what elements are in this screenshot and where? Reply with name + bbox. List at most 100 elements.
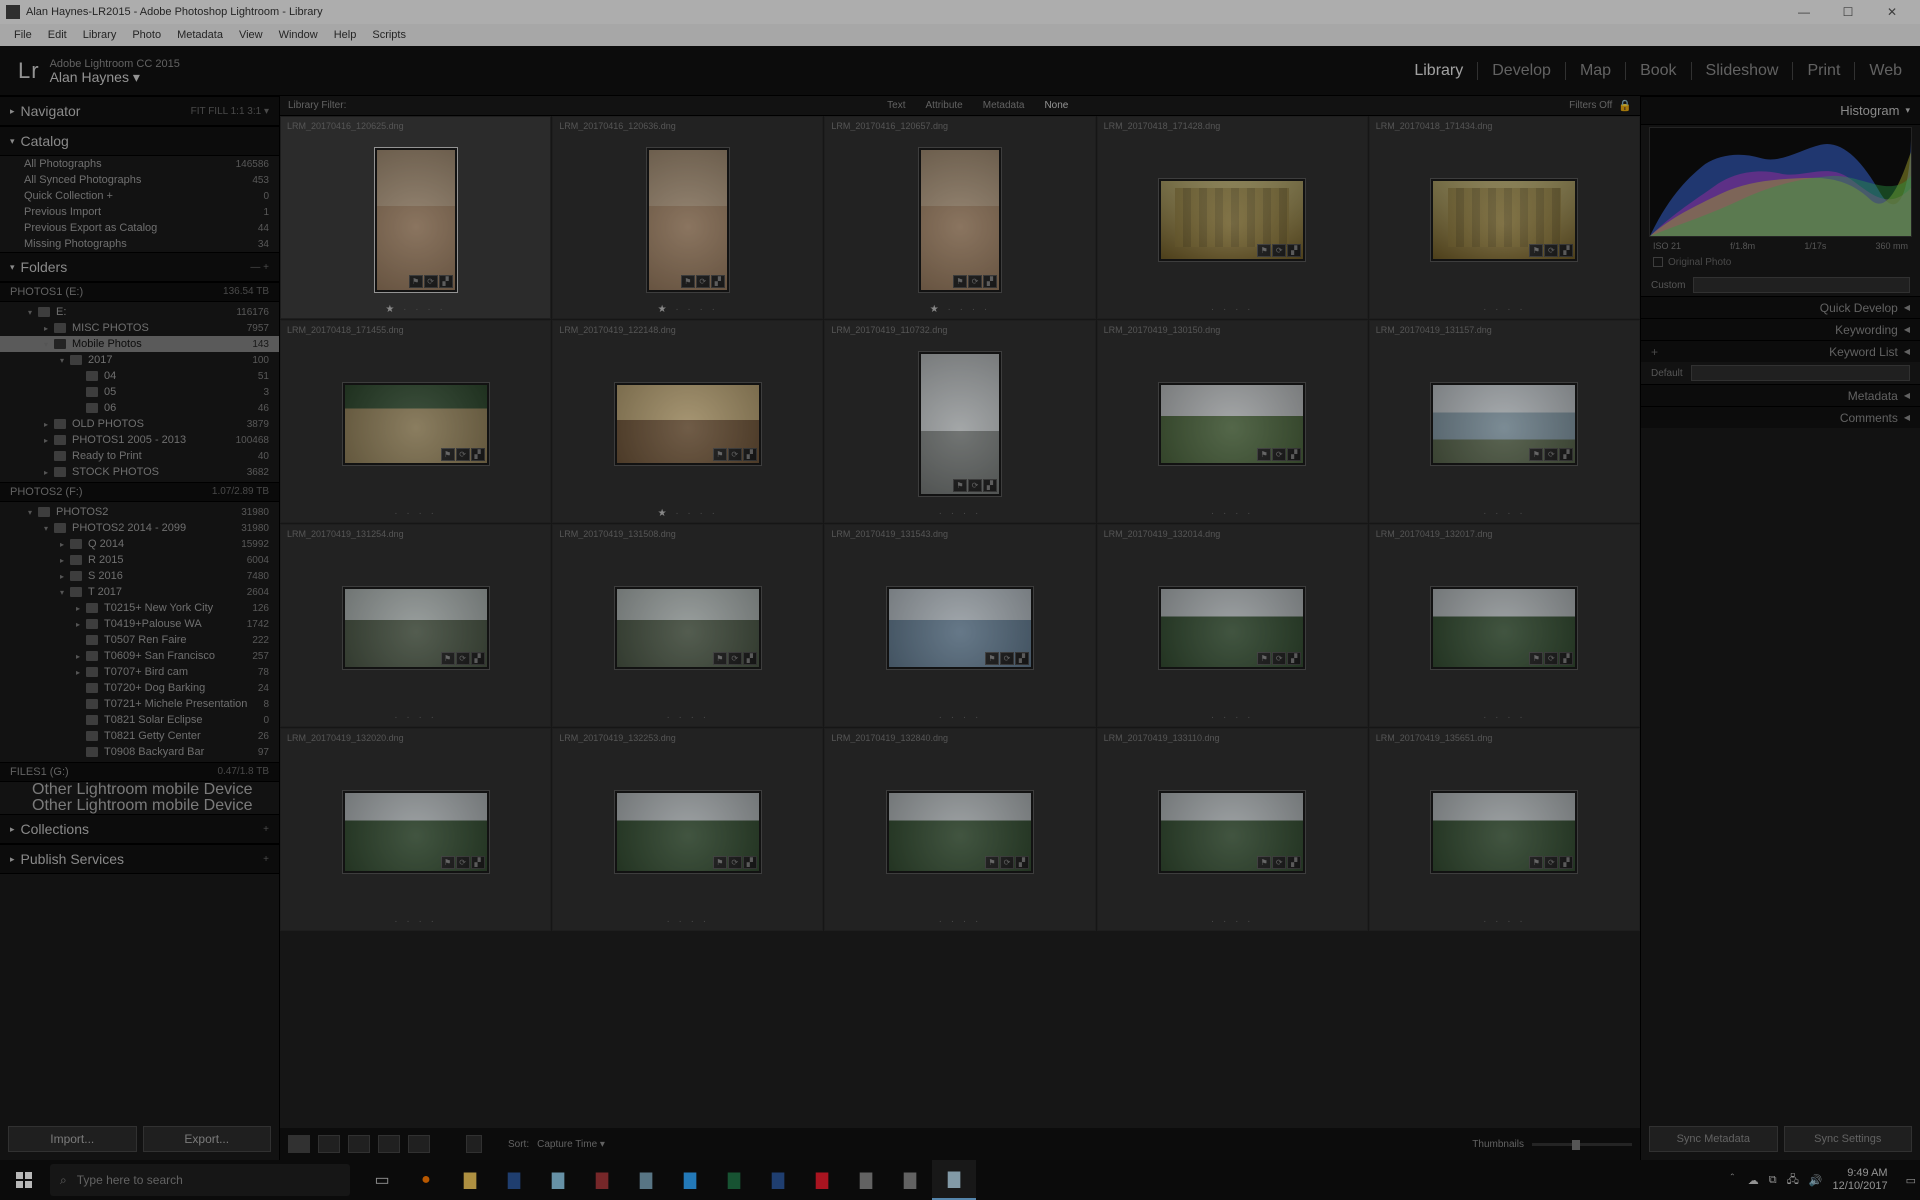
thumbnail-cell[interactable]: LRM_20170419_132014.dng⚑⟳▞ · · · ·: [1097, 524, 1368, 727]
sort-value[interactable]: Capture Time ▾: [537, 1139, 605, 1150]
volume-header[interactable]: PHOTOS2 (F:) 1.07/2.89 TB: [0, 482, 279, 502]
badge-icon[interactable]: ▞: [743, 448, 757, 461]
module-develop[interactable]: Develop: [1478, 62, 1566, 80]
thumbnail-cell[interactable]: LRM_20170419_131543.dng⚑⟳▞ · · · ·: [824, 524, 1095, 727]
original-photo-checkbox[interactable]: Original Photo: [1641, 255, 1920, 274]
folder-row[interactable]: ▾T 20172604: [0, 584, 279, 600]
snagit-icon[interactable]: ▇: [844, 1160, 888, 1200]
folder-row[interactable]: ▸MISC PHOTOS7957: [0, 320, 279, 336]
module-print[interactable]: Print: [1793, 62, 1855, 80]
flag-badge-icon[interactable]: ⚑: [1529, 244, 1543, 257]
twisty-icon[interactable]: ▸: [76, 652, 86, 661]
twisty-icon[interactable]: ▾: [28, 508, 38, 517]
lock-icon[interactable]: 🔒: [1618, 99, 1632, 112]
twisty-icon[interactable]: ▸: [60, 556, 70, 565]
folder-row[interactable]: T0821 Getty Center26: [0, 728, 279, 744]
folder-row[interactable]: 0451: [0, 368, 279, 384]
flag-badge-icon[interactable]: ⚑: [681, 275, 695, 288]
badge-icon[interactable]: ▞: [439, 275, 453, 288]
settings-icon[interactable]: ▇: [888, 1160, 932, 1200]
badge-icon[interactable]: ▞: [1559, 856, 1573, 869]
flag-badge-icon[interactable]: ⚑: [1529, 856, 1543, 869]
thumbnail-image[interactable]: ⚑⟳▞: [1159, 791, 1305, 873]
sync-badge-icon[interactable]: ⟳: [1544, 856, 1558, 869]
badge-icon[interactable]: ▞: [983, 275, 997, 288]
thumbnail-image[interactable]: ⚑⟳▞: [1159, 587, 1305, 669]
thumbnail-cell[interactable]: LRM_20170419_110732.dng⚑⟳▞ · · · ·: [824, 320, 1095, 523]
people-view-icon[interactable]: [408, 1135, 430, 1153]
checkbox-icon[interactable]: [1653, 257, 1663, 267]
twisty-icon[interactable]: ▾: [60, 356, 70, 365]
thumbnail-cell[interactable]: LRM_20170419_132253.dng⚑⟳▞ · · · ·: [552, 728, 823, 931]
export-button[interactable]: Export...: [143, 1126, 272, 1152]
sync-badge-icon[interactable]: ⟳: [1544, 244, 1558, 257]
thumbnail-image[interactable]: ⚑⟳▞: [343, 791, 489, 873]
rating-stars[interactable]: · · · ·: [1098, 304, 1367, 315]
badge-icon[interactable]: ▞: [471, 856, 485, 869]
folder-row[interactable]: ▸R 20156004: [0, 552, 279, 568]
onedrive-icon[interactable]: ☁: [1748, 1174, 1759, 1187]
thumbnail-image[interactable]: ⚑⟳▞: [1431, 791, 1577, 873]
dropbox-icon[interactable]: ⧉: [1769, 1174, 1777, 1187]
badge-icon[interactable]: ▞: [1287, 244, 1301, 257]
thumbnail-cell[interactable]: LRM_20170418_171428.dng⚑⟳▞ · · · ·: [1097, 116, 1368, 319]
sync-badge-icon[interactable]: ⟳: [728, 448, 742, 461]
flag-badge-icon[interactable]: ⚑: [1257, 856, 1271, 869]
folder-row[interactable]: ▸T0707+ Bird cam78: [0, 664, 279, 680]
sync-badge-icon[interactable]: ⟳: [1544, 448, 1558, 461]
filters-off-label[interactable]: Filters Off: [1569, 100, 1612, 111]
flag-badge-icon[interactable]: ⚑: [953, 479, 967, 492]
thumbnail-cell[interactable]: LRM_20170419_133110.dng⚑⟳▞ · · · ·: [1097, 728, 1368, 931]
filter-tab-metadata[interactable]: Metadata: [973, 100, 1035, 111]
folder-row[interactable]: ▸PHOTOS1 2005 - 2013100468: [0, 432, 279, 448]
sync-badge-icon[interactable]: ⟳: [1000, 856, 1014, 869]
sync-badge-icon[interactable]: ⟳: [456, 652, 470, 665]
folder-row[interactable]: Ready to Print40: [0, 448, 279, 464]
lightroom-small-icon[interactable]: ▇: [624, 1160, 668, 1200]
thumbnail-cell[interactable]: LRM_20170419_130150.dng⚑⟳▞ · · · ·: [1097, 320, 1368, 523]
folder-row[interactable]: ▸OLD PHOTOS3879: [0, 416, 279, 432]
quick-develop-header[interactable]: Quick Develop◀: [1641, 296, 1920, 318]
flag-badge-icon[interactable]: ⚑: [985, 652, 999, 665]
flag-badge-icon[interactable]: ⚑: [1257, 652, 1271, 665]
rating-stars[interactable]: · · · ·: [553, 712, 822, 723]
sync-settings-button[interactable]: Sync Settings: [1784, 1126, 1913, 1152]
collections-header[interactable]: ▸ Collections +: [0, 814, 279, 844]
thumbnail-cell[interactable]: LRM_20170419_132840.dng⚑⟳▞ · · · ·: [824, 728, 1095, 931]
start-button[interactable]: [0, 1160, 48, 1200]
sync-badge-icon[interactable]: ⟳: [1272, 448, 1286, 461]
twisty-icon[interactable]: ▸: [44, 436, 54, 445]
thumbnail-image[interactable]: ⚑⟳▞: [343, 587, 489, 669]
filter-tab-attribute[interactable]: Attribute: [916, 100, 973, 111]
rating-stars[interactable]: · · · ·: [1370, 712, 1639, 723]
thumbnail-image[interactable]: ⚑⟳▞: [887, 791, 1033, 873]
comments-header[interactable]: Comments◀: [1641, 406, 1920, 428]
sync-badge-icon[interactable]: ⟳: [728, 652, 742, 665]
thumbnail-image[interactable]: ⚑⟳▞: [615, 383, 761, 465]
folders-buttons[interactable]: — +: [250, 262, 269, 273]
rating-stars[interactable]: · · · ·: [825, 712, 1094, 723]
rating-stars[interactable]: · · · ·: [1098, 916, 1367, 927]
flag-badge-icon[interactable]: ⚑: [441, 652, 455, 665]
explorer-icon[interactable]: ▇: [448, 1160, 492, 1200]
badge-icon[interactable]: ▞: [711, 275, 725, 288]
twisty-icon[interactable]: ▸: [44, 468, 54, 477]
sync-badge-icon[interactable]: ⟳: [424, 275, 438, 288]
metadata-header[interactable]: Metadata◀: [1641, 384, 1920, 406]
maximize-button[interactable]: ☐: [1826, 0, 1870, 24]
menu-view[interactable]: View: [231, 29, 271, 41]
compare-view-icon[interactable]: [348, 1135, 370, 1153]
flag-badge-icon[interactable]: ⚑: [713, 652, 727, 665]
sync-badge-icon[interactable]: ⟳: [456, 856, 470, 869]
system-tray[interactable]: ＾ ☁ ⧉ 🖧 🔊 9:49 AM 12/10/2017 ▭: [1727, 1167, 1920, 1193]
rating-stars[interactable]: ★ · · · ·: [553, 304, 822, 315]
survey-view-icon[interactable]: [378, 1135, 400, 1153]
thumbnail-image[interactable]: ⚑⟳▞: [919, 148, 1001, 292]
word-icon[interactable]: ▇: [756, 1160, 800, 1200]
sync-badge-icon[interactable]: ⟳: [1272, 244, 1286, 257]
catalog-header[interactable]: ▾ Catalog: [0, 126, 279, 156]
module-web[interactable]: Web: [1855, 62, 1902, 80]
rating-stars[interactable]: · · · ·: [825, 916, 1094, 927]
flag-badge-icon[interactable]: ⚑: [713, 448, 727, 461]
sync-badge-icon[interactable]: ⟳: [968, 479, 982, 492]
